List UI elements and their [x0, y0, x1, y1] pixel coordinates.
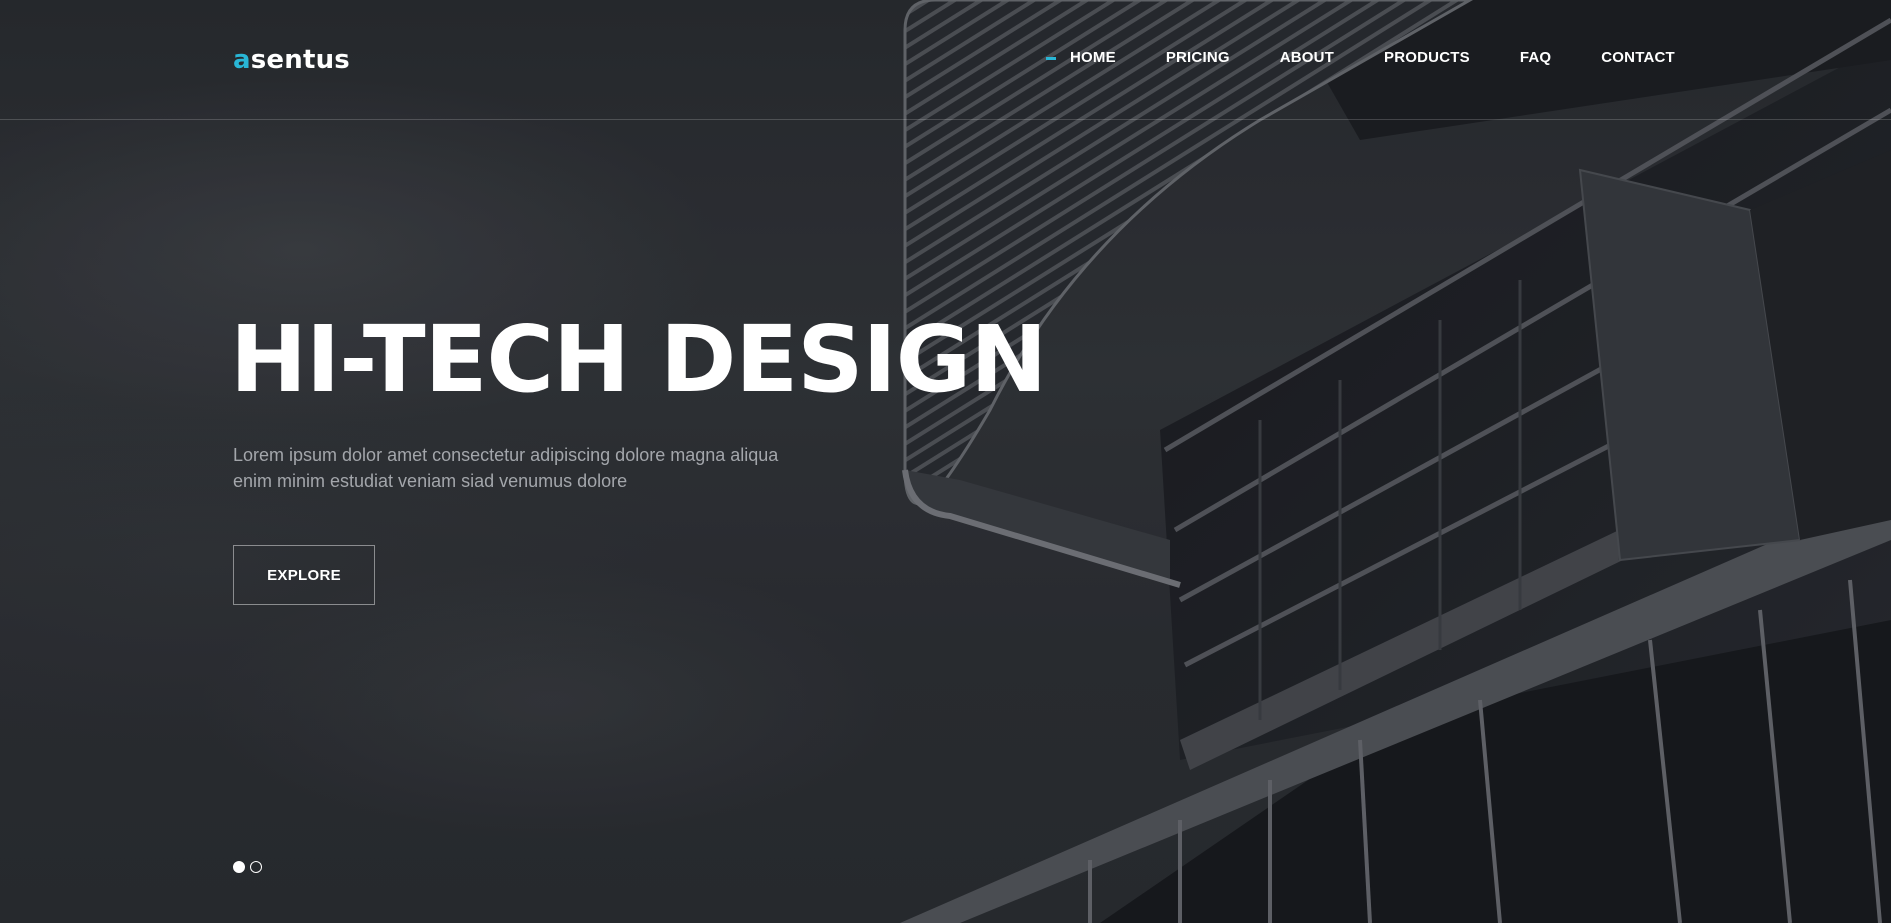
hero-subtitle-line-2: enim minim estudiat veniam siad venumus … — [233, 471, 628, 491]
nav-products[interactable]: PRODUCTS — [1384, 46, 1470, 70]
hero-title: HI-TECH DESIGN — [230, 306, 1047, 413]
slider-dot-1[interactable] — [233, 861, 245, 873]
slider-dot-2[interactable] — [250, 861, 262, 873]
nav-pricing[interactable]: PRICING — [1166, 46, 1230, 70]
brand-logo[interactable]: asentus — [233, 42, 350, 78]
hero-subtitle-line-1: Lorem ipsum dolor amet consectetur adipi… — [233, 445, 779, 465]
nav-home[interactable]: HOME — [1046, 46, 1116, 70]
logo-accent-letter: a — [233, 45, 251, 75]
nav-faq[interactable]: FAQ — [1520, 46, 1551, 70]
logo-text: sentus — [250, 45, 350, 75]
hero-section: asentus HOME PRICING ABOUT PRODUCTS FAQ … — [0, 0, 1891, 923]
site-header: asentus HOME PRICING ABOUT PRODUCTS FAQ … — [0, 0, 1891, 120]
nav-contact[interactable]: CONTACT — [1601, 46, 1675, 70]
hero-subtitle: Lorem ipsum dolor amet consectetur adipi… — [233, 442, 853, 494]
explore-button[interactable]: EXPLORE — [233, 545, 375, 605]
nav-about[interactable]: ABOUT — [1280, 46, 1334, 70]
main-nav: HOME PRICING ABOUT PRODUCTS FAQ CONTACT — [1045, 46, 1675, 70]
slider-pagination — [233, 861, 262, 873]
